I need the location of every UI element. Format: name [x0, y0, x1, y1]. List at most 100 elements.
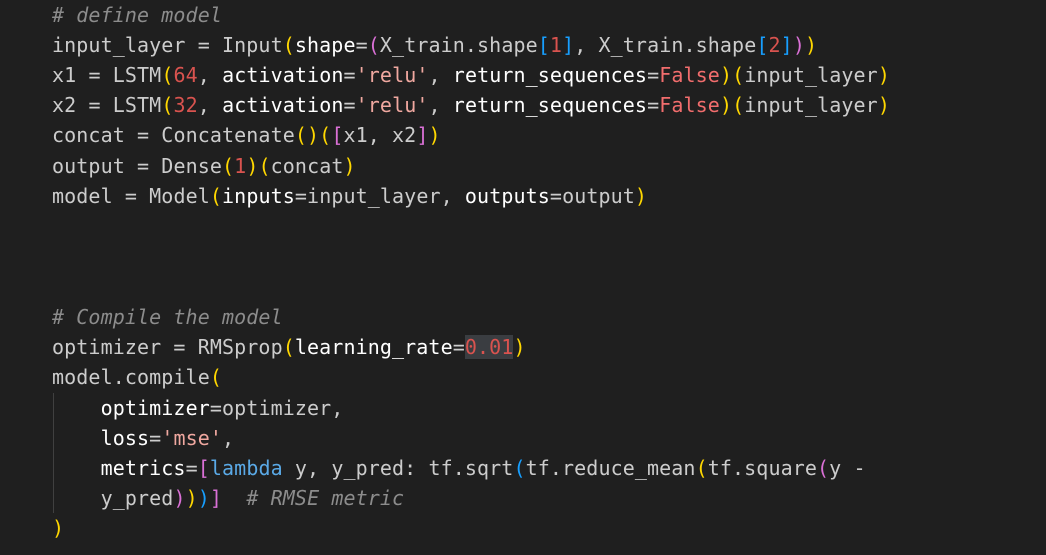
code-token: , X_train.shape: [574, 33, 757, 57]
code-line[interactable]: x2 = LSTM(32, activation='relu', return_…: [52, 90, 890, 120]
code-token: =: [76, 63, 113, 87]
code-token: y -: [829, 456, 866, 480]
code-token: (: [161, 63, 174, 87]
code-line[interactable]: output = Dense(1)(concat): [52, 151, 356, 181]
code-token: ): [804, 33, 818, 57]
code-token: lambda: [209, 456, 283, 480]
code-token: # define model: [52, 3, 222, 27]
code-token: ]: [780, 33, 793, 57]
code-token: =: [343, 63, 356, 87]
code-token: x1: [52, 63, 77, 87]
code-token: LSTM: [112, 93, 162, 117]
code-token: ,: [440, 184, 465, 208]
code-token: input_layer: [744, 93, 878, 117]
code-token: output: [562, 184, 635, 208]
code-token: # Compile the model: [52, 305, 283, 329]
code-token: 2: [768, 33, 781, 57]
code-token: (: [258, 154, 271, 178]
code-token: ): [428, 123, 441, 147]
code-token: LSTM: [112, 63, 162, 87]
code-token: metrics: [100, 456, 186, 480]
indent-guide: [53, 393, 54, 513]
code-line[interactable]: model = Model(inputs=input_layer, output…: [52, 181, 647, 211]
code-token: ,: [197, 63, 223, 87]
code-token: 'mse': [161, 426, 223, 450]
code-token: =: [647, 93, 660, 117]
code-token: (): [294, 123, 320, 147]
code-token: (: [367, 33, 380, 57]
code-token: RMSprop: [197, 335, 283, 359]
code-token: ]: [562, 33, 575, 57]
code-line[interactable]: input_layer = Input(shape=(X_train.shape…: [52, 30, 817, 60]
code-line[interactable]: model.compile(: [52, 362, 222, 392]
code-token: ]: [416, 123, 429, 147]
code-line[interactable]: x1 = LSTM(64, activation='relu', return_…: [52, 60, 890, 90]
code-line[interactable]: loss='mse',: [52, 423, 235, 453]
code-token: (: [817, 456, 830, 480]
code-token: concat: [270, 154, 344, 178]
code-token: ): [719, 93, 733, 117]
code-token: output: [52, 154, 125, 178]
code-line[interactable]: optimizer=optimizer,: [52, 393, 344, 423]
code-token: return_sequences: [452, 93, 648, 117]
code-token: ): [513, 335, 526, 359]
code-token: ): [877, 63, 890, 87]
code-token: 'relu': [355, 93, 429, 117]
code-token: model.compile: [52, 365, 210, 389]
code-token: [: [331, 123, 344, 147]
code-token: ): [877, 93, 890, 117]
code-token: 64: [173, 63, 198, 87]
code-token: =: [452, 335, 465, 359]
code-token: ): [792, 33, 805, 57]
code-token: Concatenate: [161, 123, 295, 147]
code-token: ): [343, 154, 356, 178]
code-token: (: [732, 63, 745, 87]
code-token: input_layer: [52, 33, 186, 57]
code-token: (: [282, 33, 295, 57]
code-token: (: [319, 123, 332, 147]
code-token: 0.01: [464, 335, 514, 359]
code-token: Input: [222, 33, 283, 57]
code-token: return_sequences: [452, 63, 648, 87]
code-token: ]: [209, 486, 223, 510]
code-line[interactable]: metrics=[lambda y, y_pred: tf.sqrt(tf.re…: [52, 453, 866, 483]
code-line[interactable]: ): [52, 513, 64, 543]
code-token: =: [343, 93, 356, 117]
code-token: X_train.shape: [379, 33, 538, 57]
code-token: ): [185, 486, 198, 510]
code-line[interactable]: concat = Concatenate()([x1, x2]): [52, 120, 441, 150]
code-token: Dense: [161, 154, 223, 178]
code-token: concat: [52, 123, 125, 147]
code-editor[interactable]: # define model input_layer = Input(shape=…: [0, 0, 1046, 555]
code-token: 'relu': [355, 63, 429, 87]
code-token: activation: [222, 93, 344, 117]
code-token: x1, x2: [343, 123, 417, 147]
code-line[interactable]: y_pred)))] # RMSE metric: [52, 483, 405, 513]
code-token: =: [112, 184, 150, 208]
code-token: Model: [149, 184, 210, 208]
code-token: =: [294, 184, 308, 208]
code-token: tf.reduce_mean: [525, 456, 696, 480]
code-token: =: [647, 63, 660, 87]
code-token: optimizer: [52, 335, 162, 359]
code-token: outputs: [464, 184, 550, 208]
code-token: (: [222, 154, 235, 178]
code-token: False: [659, 63, 720, 87]
code-token: model: [52, 184, 113, 208]
code-token: False: [659, 93, 720, 117]
code-token: =: [161, 335, 198, 359]
code-line[interactable]: # Compile the model: [52, 302, 283, 332]
code-token: (: [513, 456, 526, 480]
code-token: [: [197, 456, 210, 480]
code-token: 32: [173, 93, 198, 117]
code-token: x2: [52, 93, 77, 117]
code-token: ): [246, 154, 259, 178]
code-token: ,: [222, 426, 235, 450]
code-token: inputs: [222, 184, 295, 208]
code-token: =: [355, 33, 368, 57]
code-line[interactable]: optimizer = RMSprop(learning_rate=0.01): [52, 332, 526, 362]
code-line[interactable]: # define model: [52, 0, 222, 30]
